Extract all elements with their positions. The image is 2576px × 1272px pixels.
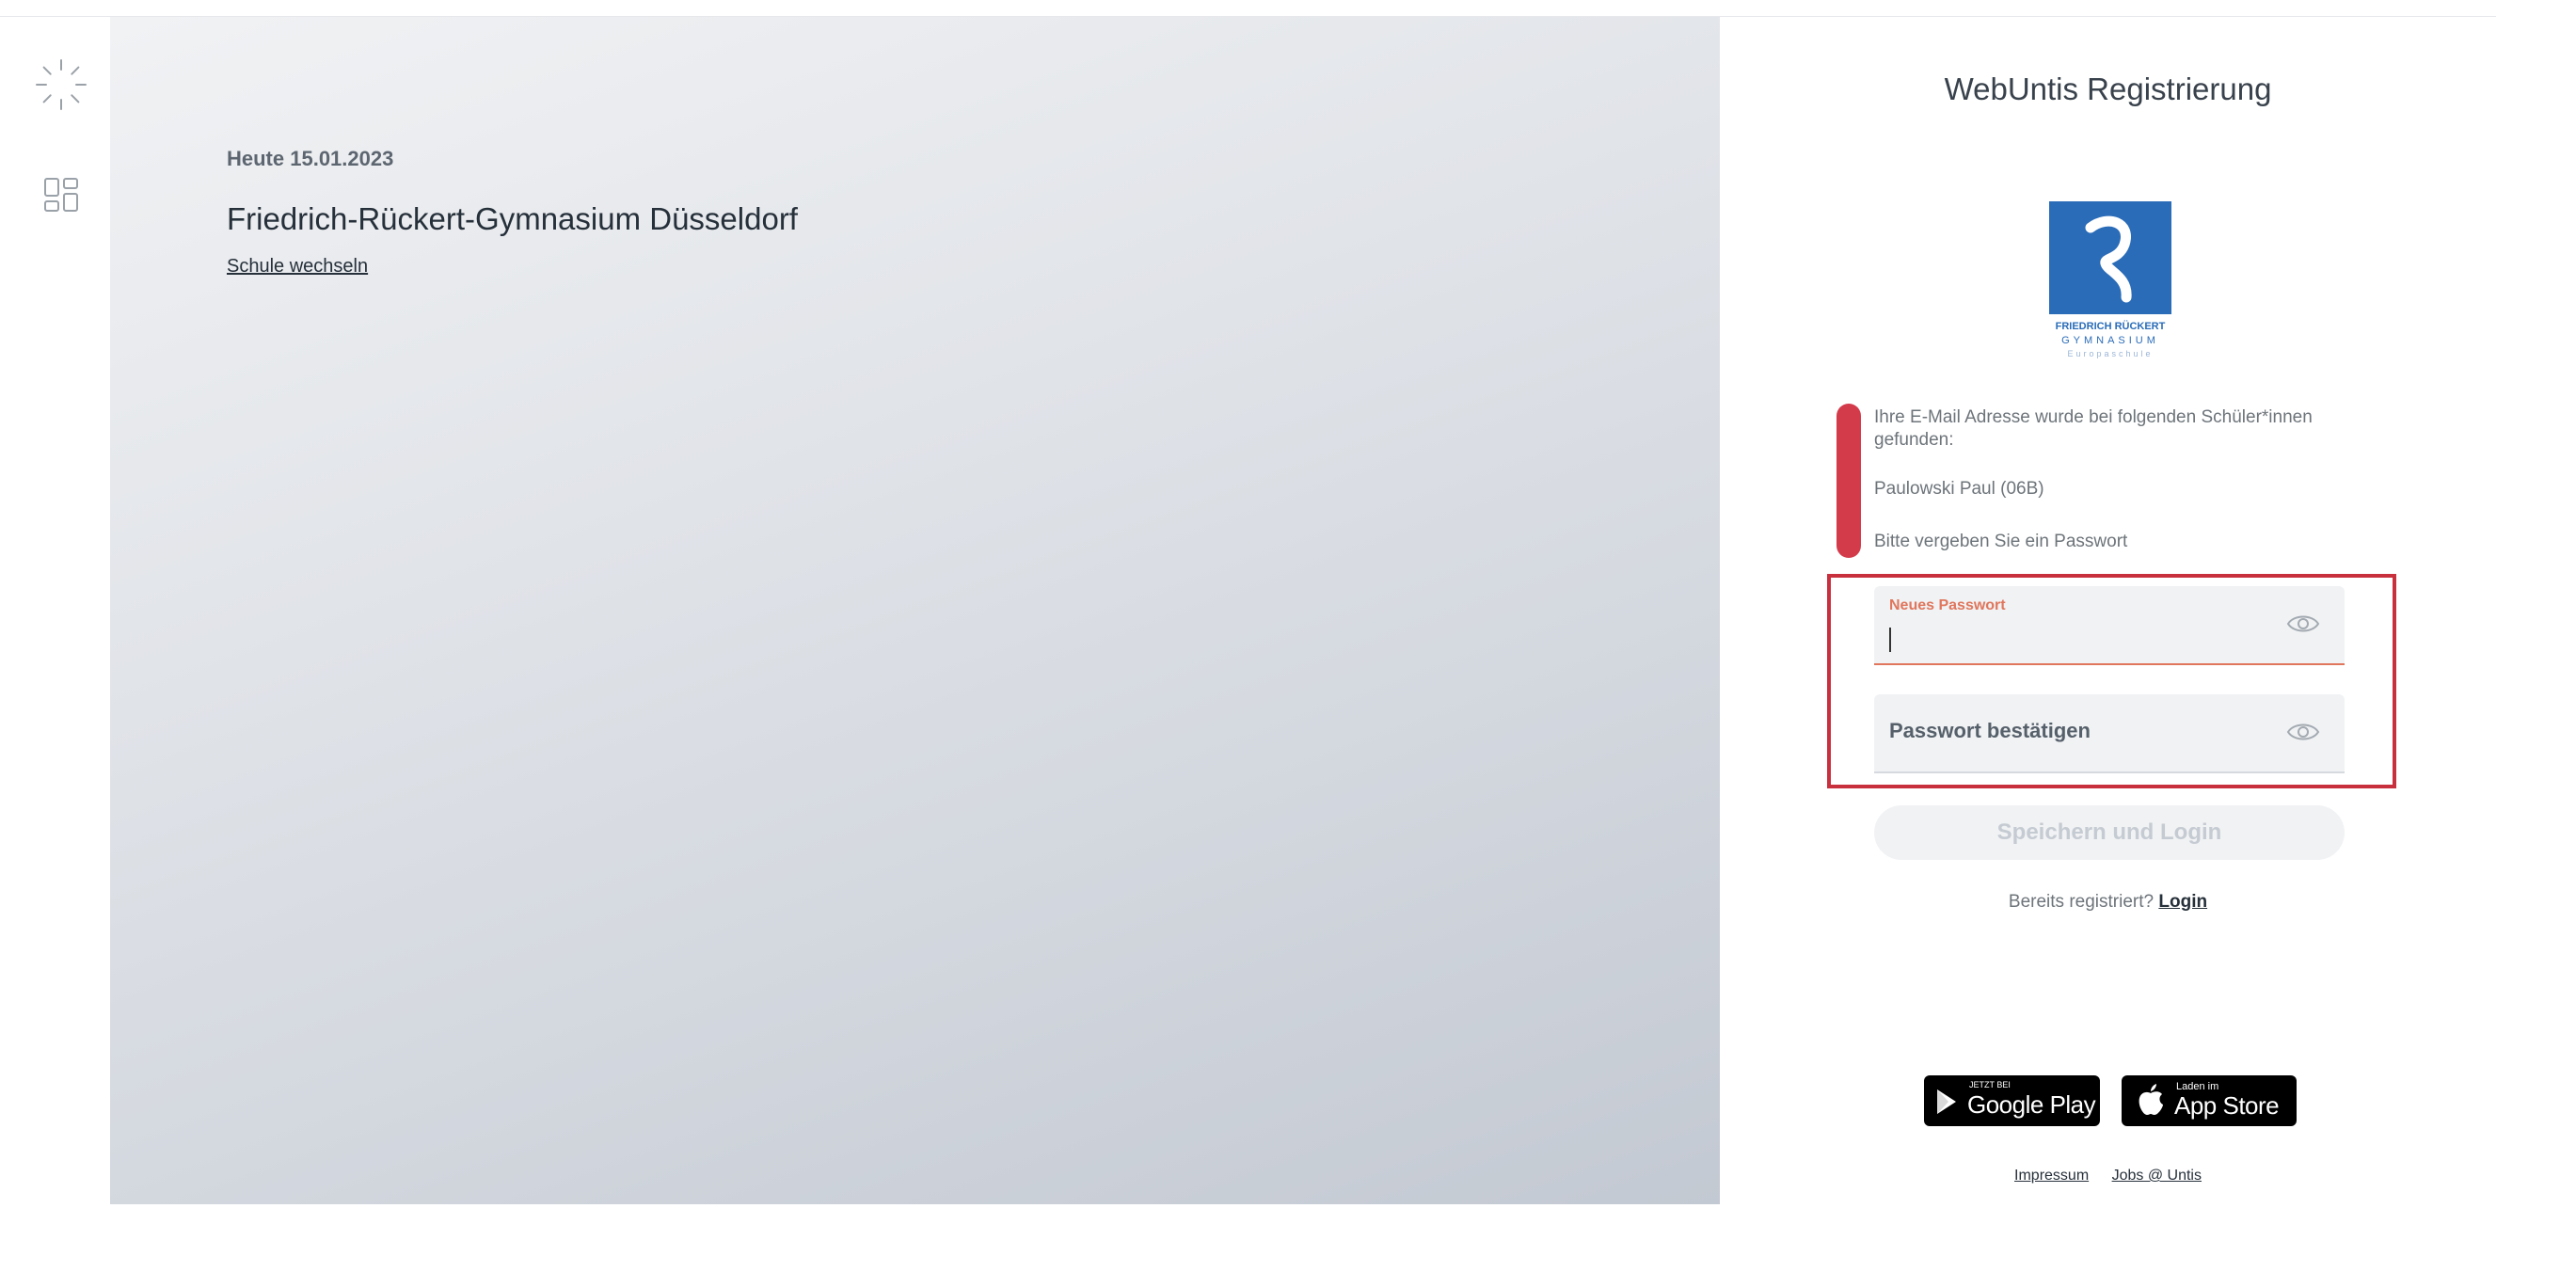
sidebar (0, 17, 110, 1204)
notice-found-text: Ihre E-Mail Adresse wurde bei folgenden … (1874, 407, 2313, 450)
registration-panel: WebUntis Registrierung FRIEDRICH RÜCKERT… (1720, 17, 2496, 1204)
already-registered-row: Bereits registriert? Login (1720, 892, 2496, 913)
eye-icon[interactable] (2286, 719, 2320, 745)
confirm-password-field[interactable]: Passwort bestätigen (1874, 694, 2345, 773)
app-store-badge[interactable]: Laden im App Store (2122, 1075, 2297, 1126)
confirm-password-label: Passwort bestätigen (1889, 719, 2091, 742)
google-play-small-text: JETZT BEI (1969, 1080, 2011, 1089)
switch-school-link[interactable]: Schule wechseln (227, 256, 368, 278)
apple-icon (2139, 1084, 2163, 1115)
new-password-label: Neues Passwort (1889, 597, 2006, 613)
already-registered-text: Bereits registriert? (2008, 892, 2155, 912)
google-play-icon (1937, 1089, 1956, 1114)
save-and-login-button[interactable]: Speichern und Login (1874, 805, 2345, 860)
apps-grid-icon[interactable] (43, 177, 79, 213)
notice-instruction: Bitte vergeben Sie ein Passwort (1874, 532, 2128, 551)
text-caret (1889, 628, 1891, 652)
notice-student: Paulowski Paul (06B) (1874, 479, 2044, 499)
login-link[interactable]: Login (2158, 892, 2207, 912)
school-logo: FRIEDRICH RÜCKERT GYMNASIUM Europaschule (2049, 201, 2171, 358)
school-logo-line3: Europaschule (2067, 349, 2153, 358)
loading-spinner-icon (36, 59, 87, 110)
school-name: Friedrich-Rückert-Gymnasium Düsseldorf (227, 201, 798, 236)
school-logo-line2: GYMNASIUM (2061, 335, 2159, 346)
today-date: Heute 15.01.2023 (227, 147, 394, 170)
footer-links: Impressum Jobs @ Untis (1720, 1168, 2496, 1185)
google-play-badge[interactable]: JETZT BEI Google Play (1924, 1075, 2100, 1126)
school-logo-line1: FRIEDRICH RÜCKERT (2056, 320, 2166, 332)
app-store-text: App Store (2174, 1091, 2280, 1120)
google-play-text: Google Play (1967, 1090, 2096, 1119)
new-password-field[interactable]: Neues Passwort (1874, 586, 2345, 665)
jobs-link[interactable]: Jobs @ Untis (2112, 1168, 2202, 1184)
notice-accent-bar (1837, 404, 1861, 558)
page-title: WebUntis Registrierung (1944, 72, 2272, 106)
hero-background: Heute 15.01.2023 Friedrich-Rückert-Gymna… (110, 17, 1720, 1204)
eye-icon[interactable] (2286, 611, 2320, 637)
impressum-link[interactable]: Impressum (2014, 1168, 2089, 1184)
